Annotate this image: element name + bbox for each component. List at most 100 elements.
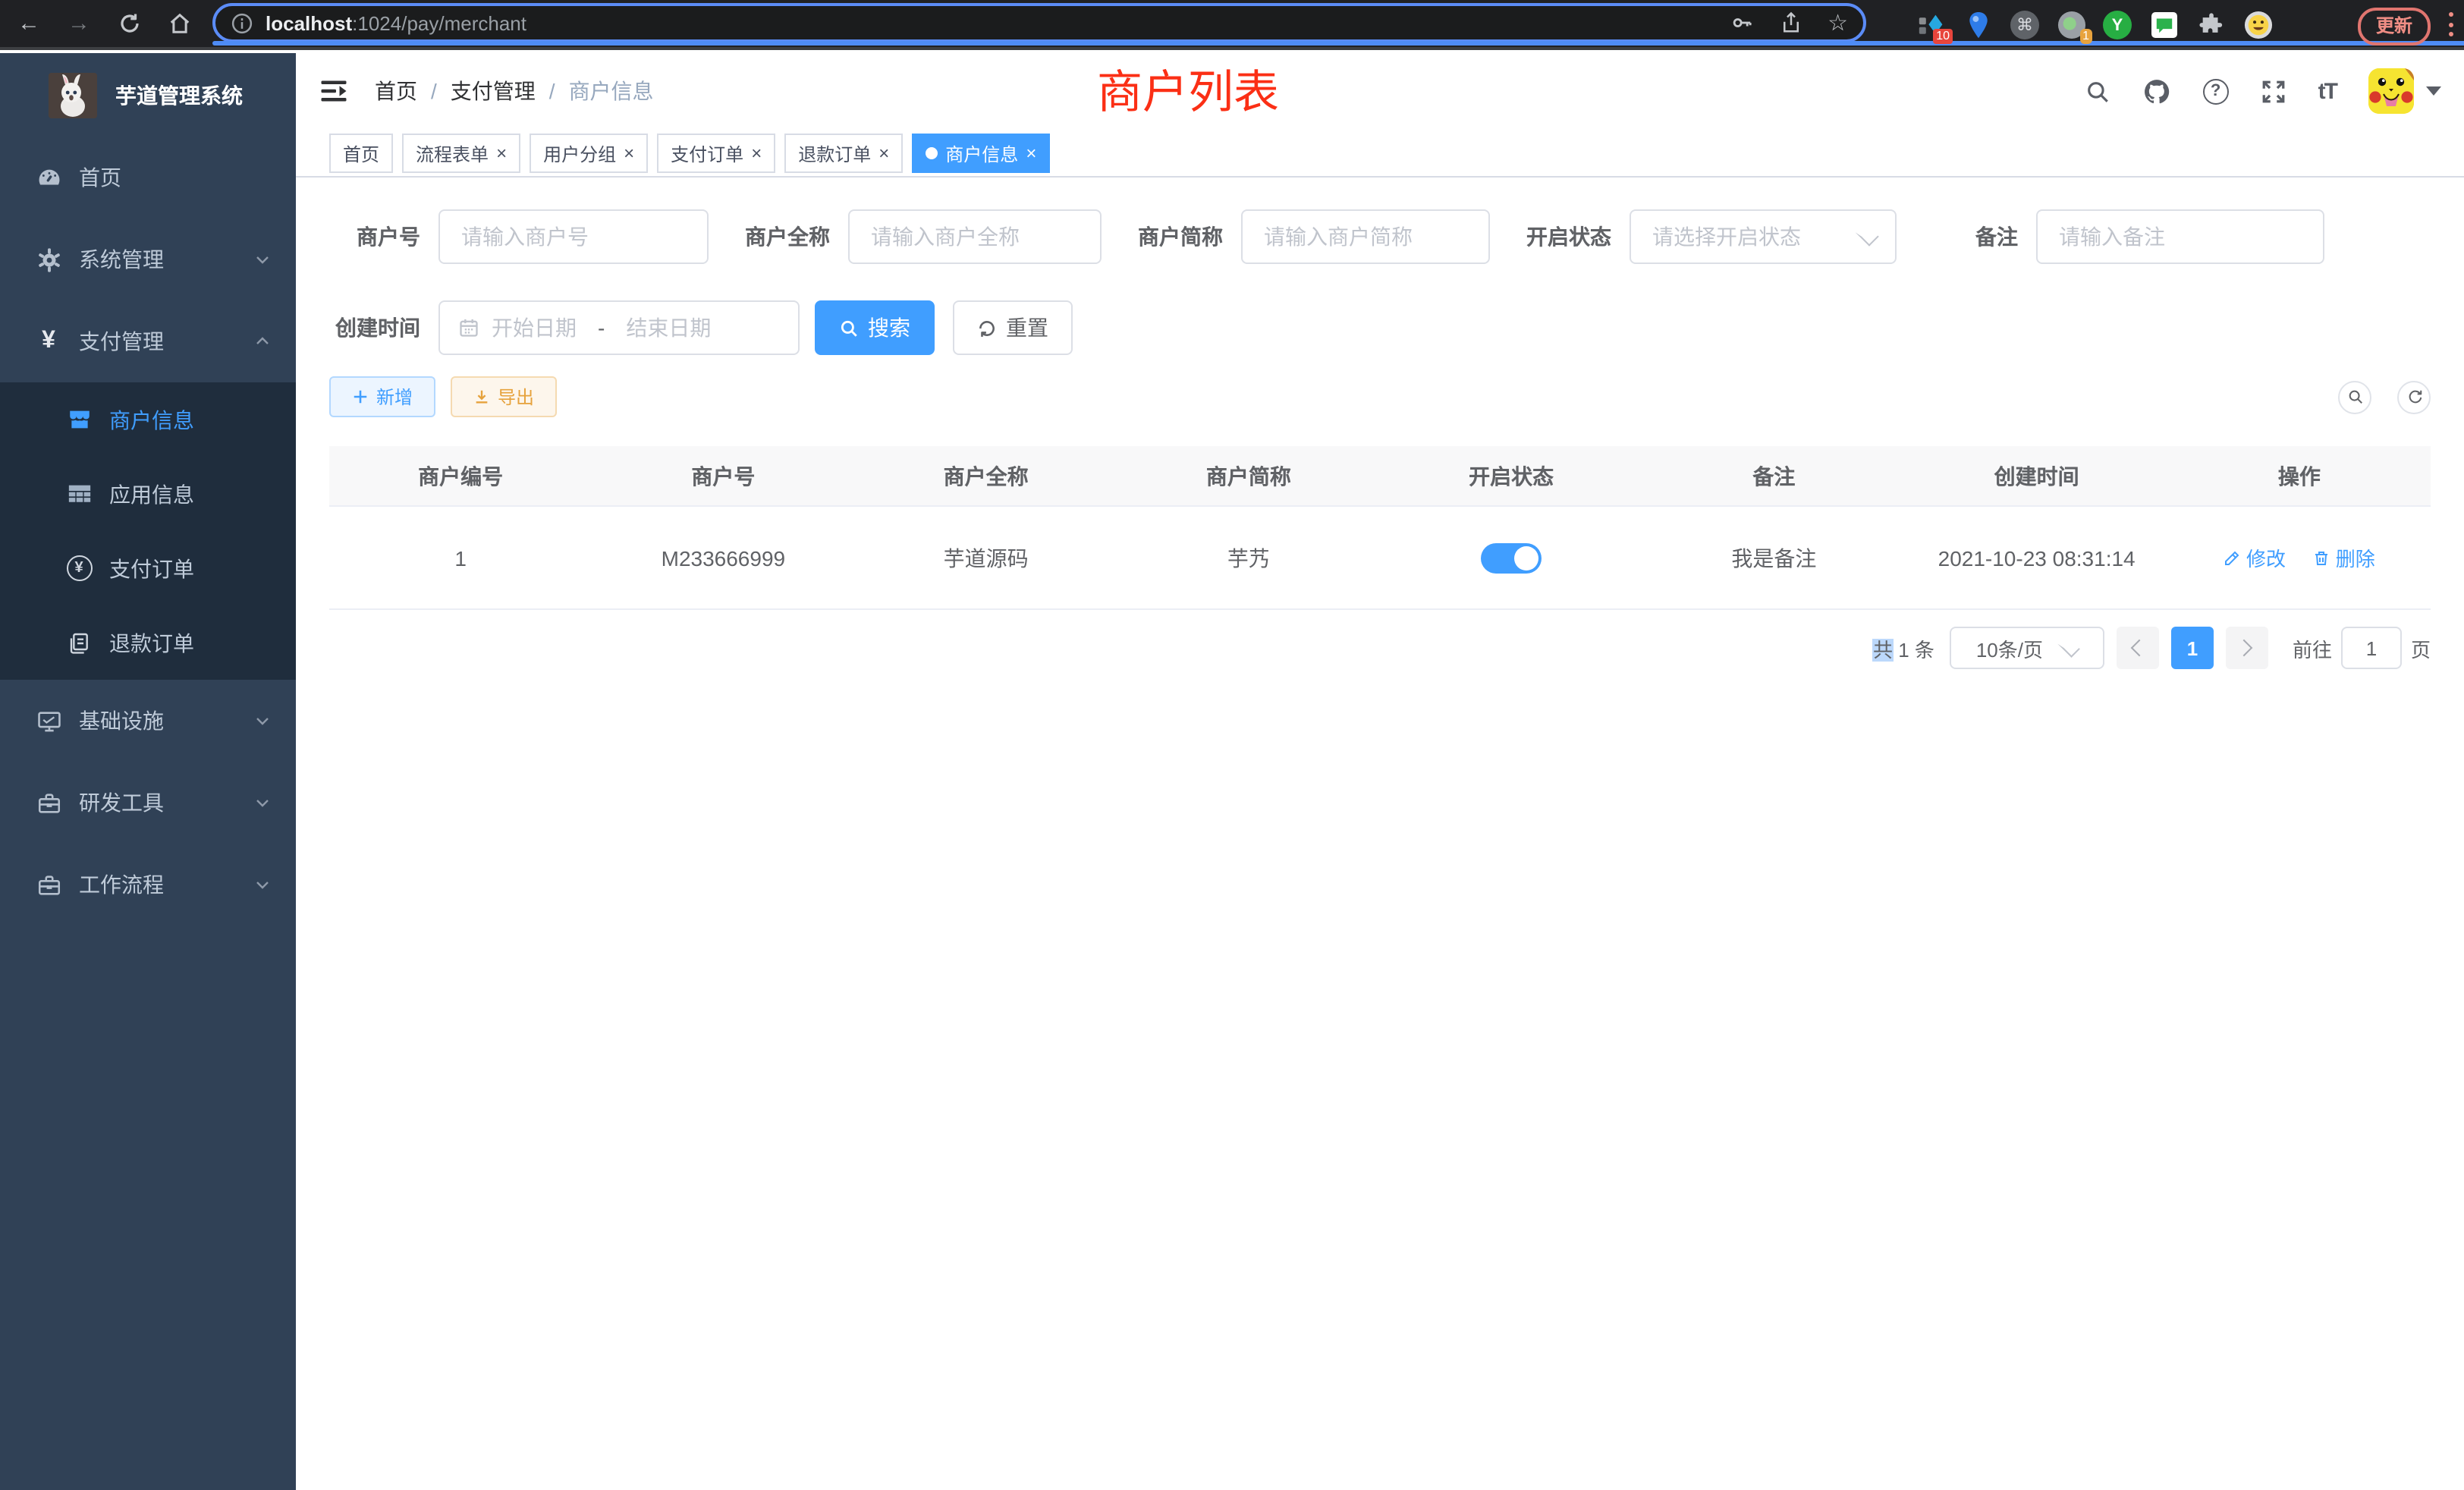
close-icon[interactable]: ×: [1026, 144, 1036, 162]
delete-link[interactable]: 删除: [2313, 543, 2375, 572]
full-name-input[interactable]: [848, 209, 1102, 264]
browser-menu-icon[interactable]: [2449, 12, 2455, 36]
close-icon[interactable]: ×: [878, 144, 889, 162]
page-1-button[interactable]: 1: [2171, 627, 2214, 669]
sidebar-item-label: 研发工具: [79, 787, 164, 818]
edit-pencil-icon: [2224, 549, 2242, 567]
sidebar-item-app-info[interactable]: 应用信息: [0, 457, 296, 531]
monitor-icon: [30, 708, 67, 734]
chevron-down-icon: [253, 712, 272, 730]
breadcrumb: 首页 / 支付管理 / 商户信息: [375, 76, 654, 106]
tab-user-group[interactable]: 用户分组×: [530, 134, 648, 173]
cell-status: [1380, 506, 1642, 609]
sidebar-item-system[interactable]: 系统管理: [0, 218, 296, 300]
sidebar-toggle-icon[interactable]: [319, 76, 349, 106]
extension-badge: 10: [1933, 28, 1953, 43]
extension-pin-icon[interactable]: [1963, 10, 1994, 40]
export-button[interactable]: 导出: [451, 376, 557, 417]
shop-icon: [61, 407, 97, 432]
tab-refund-order[interactable]: 退款订单×: [784, 134, 903, 173]
bookmark-star-icon[interactable]: ☆: [1828, 9, 1848, 36]
col-actions: 操作: [2168, 446, 2431, 506]
documents-icon: [61, 630, 97, 655]
url-host: localhost: [266, 11, 352, 34]
toolbox-icon: [30, 790, 67, 816]
extension-gem-icon[interactable]: 10: [1916, 10, 1947, 40]
filter-row-2: 创建时间 开始日期 - 结束日期 搜索: [329, 300, 2431, 355]
filter-status: 开启状态: [1520, 209, 1897, 264]
fullscreen-icon[interactable]: [2261, 78, 2286, 104]
password-key-icon[interactable]: [1729, 11, 1753, 35]
browser-update-button[interactable]: 更新: [2358, 8, 2431, 46]
browser-nav-buttons: ← →: [14, 8, 194, 39]
status-toggle[interactable]: [1481, 542, 1542, 573]
avatar[interactable]: [2368, 68, 2414, 114]
download-icon: [473, 388, 490, 405]
search-button[interactable]: 搜索: [815, 300, 935, 355]
sidebar-item-label: 工作流程: [79, 869, 164, 900]
col-full-name: 商户全称: [855, 446, 1117, 506]
field-label: 商户全称: [739, 222, 830, 252]
date-range-input[interactable]: 开始日期 - 结束日期: [438, 300, 800, 355]
extension-command-icon[interactable]: ⌘: [2010, 11, 2039, 39]
screen: ← → localhost:1024/pay/merchant ☆: [0, 0, 2464, 1490]
plus-icon: [352, 388, 369, 405]
sidebar-logo[interactable]: 芋道管理系统: [0, 53, 296, 137]
tab-merchant-info[interactable]: 商户信息×: [912, 134, 1050, 173]
tab-home[interactable]: 首页: [329, 134, 393, 173]
refresh-button[interactable]: [2397, 380, 2431, 413]
extension-profile-icon[interactable]: 1: [2056, 10, 2086, 40]
breadcrumb-home[interactable]: 首页: [375, 76, 417, 106]
filter-create-time: 创建时间 开始日期 - 结束日期: [329, 300, 800, 355]
reload-icon[interactable]: [114, 8, 144, 39]
sidebar-item-label: 应用信息: [109, 479, 194, 509]
add-button[interactable]: 新增: [329, 376, 435, 417]
sidebar-item-merchant-info[interactable]: 商户信息: [0, 382, 296, 457]
close-icon[interactable]: ×: [751, 144, 762, 162]
reset-button[interactable]: 重置: [953, 300, 1073, 355]
help-icon[interactable]: ?: [2203, 78, 2229, 104]
toggle-search-button[interactable]: [2338, 380, 2371, 413]
goto-page-input[interactable]: [2341, 627, 2402, 669]
back-icon[interactable]: ←: [14, 8, 44, 39]
url-text[interactable]: localhost:1024/pay/merchant: [266, 11, 526, 34]
share-icon[interactable]: [1779, 11, 1802, 35]
sidebar-item-home[interactable]: 首页: [0, 137, 296, 218]
close-icon[interactable]: ×: [624, 144, 634, 162]
site-info-icon[interactable]: [231, 11, 253, 34]
url-bar[interactable]: localhost:1024/pay/merchant ☆: [212, 3, 1866, 42]
browser-avatar-emoji[interactable]: [2242, 10, 2273, 40]
next-page-button[interactable]: [2226, 627, 2268, 669]
home-icon[interactable]: [164, 8, 194, 39]
pagination: 共 1 条 10条/页 1 前往 页: [329, 627, 2431, 669]
extensions-puzzle-icon[interactable]: [2195, 10, 2226, 40]
sidebar-item-refund-order[interactable]: 退款订单: [0, 605, 296, 680]
end-date-placeholder: 结束日期: [626, 313, 711, 343]
user-avatar-box[interactable]: [2368, 68, 2441, 114]
navbar-actions: ? tT: [2085, 68, 2441, 114]
close-icon[interactable]: ×: [496, 144, 507, 162]
sidebar-item-pay[interactable]: ¥ 支付管理: [0, 300, 296, 382]
short-name-input[interactable]: [1241, 209, 1490, 264]
github-icon[interactable]: [2142, 77, 2171, 105]
merchant-no-input[interactable]: [438, 209, 709, 264]
font-size-icon[interactable]: tT: [2318, 78, 2337, 104]
sidebar-item-infrastructure[interactable]: 基础设施: [0, 680, 296, 762]
cell-create-time: 2021-10-23 08:31:14: [1906, 506, 2168, 609]
prev-page-button[interactable]: [2117, 627, 2159, 669]
sidebar-item-workflow[interactable]: 工作流程: [0, 844, 296, 926]
forward-icon[interactable]: →: [64, 8, 94, 39]
sidebar-item-pay-order[interactable]: ¥ 支付订单: [0, 531, 296, 605]
sidebar-item-dev-tools[interactable]: 研发工具: [0, 762, 296, 844]
breadcrumb-pay[interactable]: 支付管理: [451, 76, 536, 106]
tab-pay-order[interactable]: 支付订单×: [657, 134, 775, 173]
status-select[interactable]: [1630, 209, 1897, 264]
extension-y-icon[interactable]: Y: [2103, 11, 2132, 39]
page-size-select[interactable]: 10条/页: [1950, 627, 2104, 669]
tab-process-form[interactable]: 流程表单×: [402, 134, 520, 173]
remark-input[interactable]: [2036, 209, 2324, 264]
extension-chat-icon[interactable]: [2148, 10, 2179, 40]
search-icon[interactable]: [2085, 78, 2110, 104]
active-dot: [926, 147, 938, 159]
edit-link[interactable]: 修改: [2224, 543, 2286, 572]
